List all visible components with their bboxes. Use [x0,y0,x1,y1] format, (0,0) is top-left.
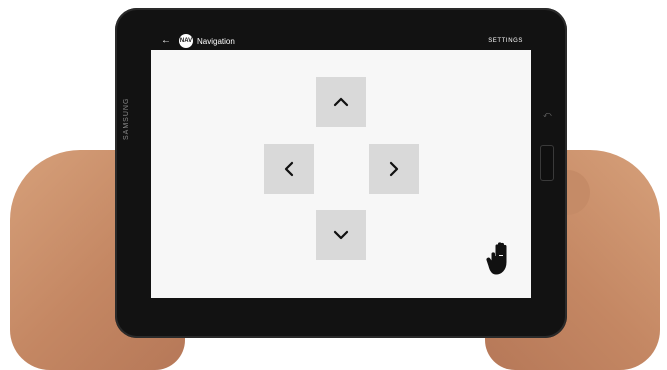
app-logo-text: NAV [179,38,193,44]
tablet-home-button[interactable] [540,145,554,181]
stop-button[interactable] [486,240,518,278]
tablet-back-key-icon: ⤺ [543,110,552,119]
app-title: Navigation [197,36,235,46]
chevron-down-icon [333,230,349,240]
chevron-up-icon [333,97,349,107]
hand-icon [486,242,507,275]
chevron-right-icon [389,161,399,177]
back-arrow-icon[interactable]: ← [161,32,171,50]
down-button[interactable] [316,210,366,260]
right-button[interactable] [369,144,419,194]
settings-button[interactable]: SETTINGS [488,38,523,44]
up-button[interactable] [316,77,366,127]
device-brand: SAMSUNG [123,97,130,140]
left-button[interactable] [264,144,314,194]
chevron-left-icon [284,161,294,177]
app-bar: ← NAV Navigation SETTINGS [151,32,531,50]
app-logo: NAV [179,34,193,48]
